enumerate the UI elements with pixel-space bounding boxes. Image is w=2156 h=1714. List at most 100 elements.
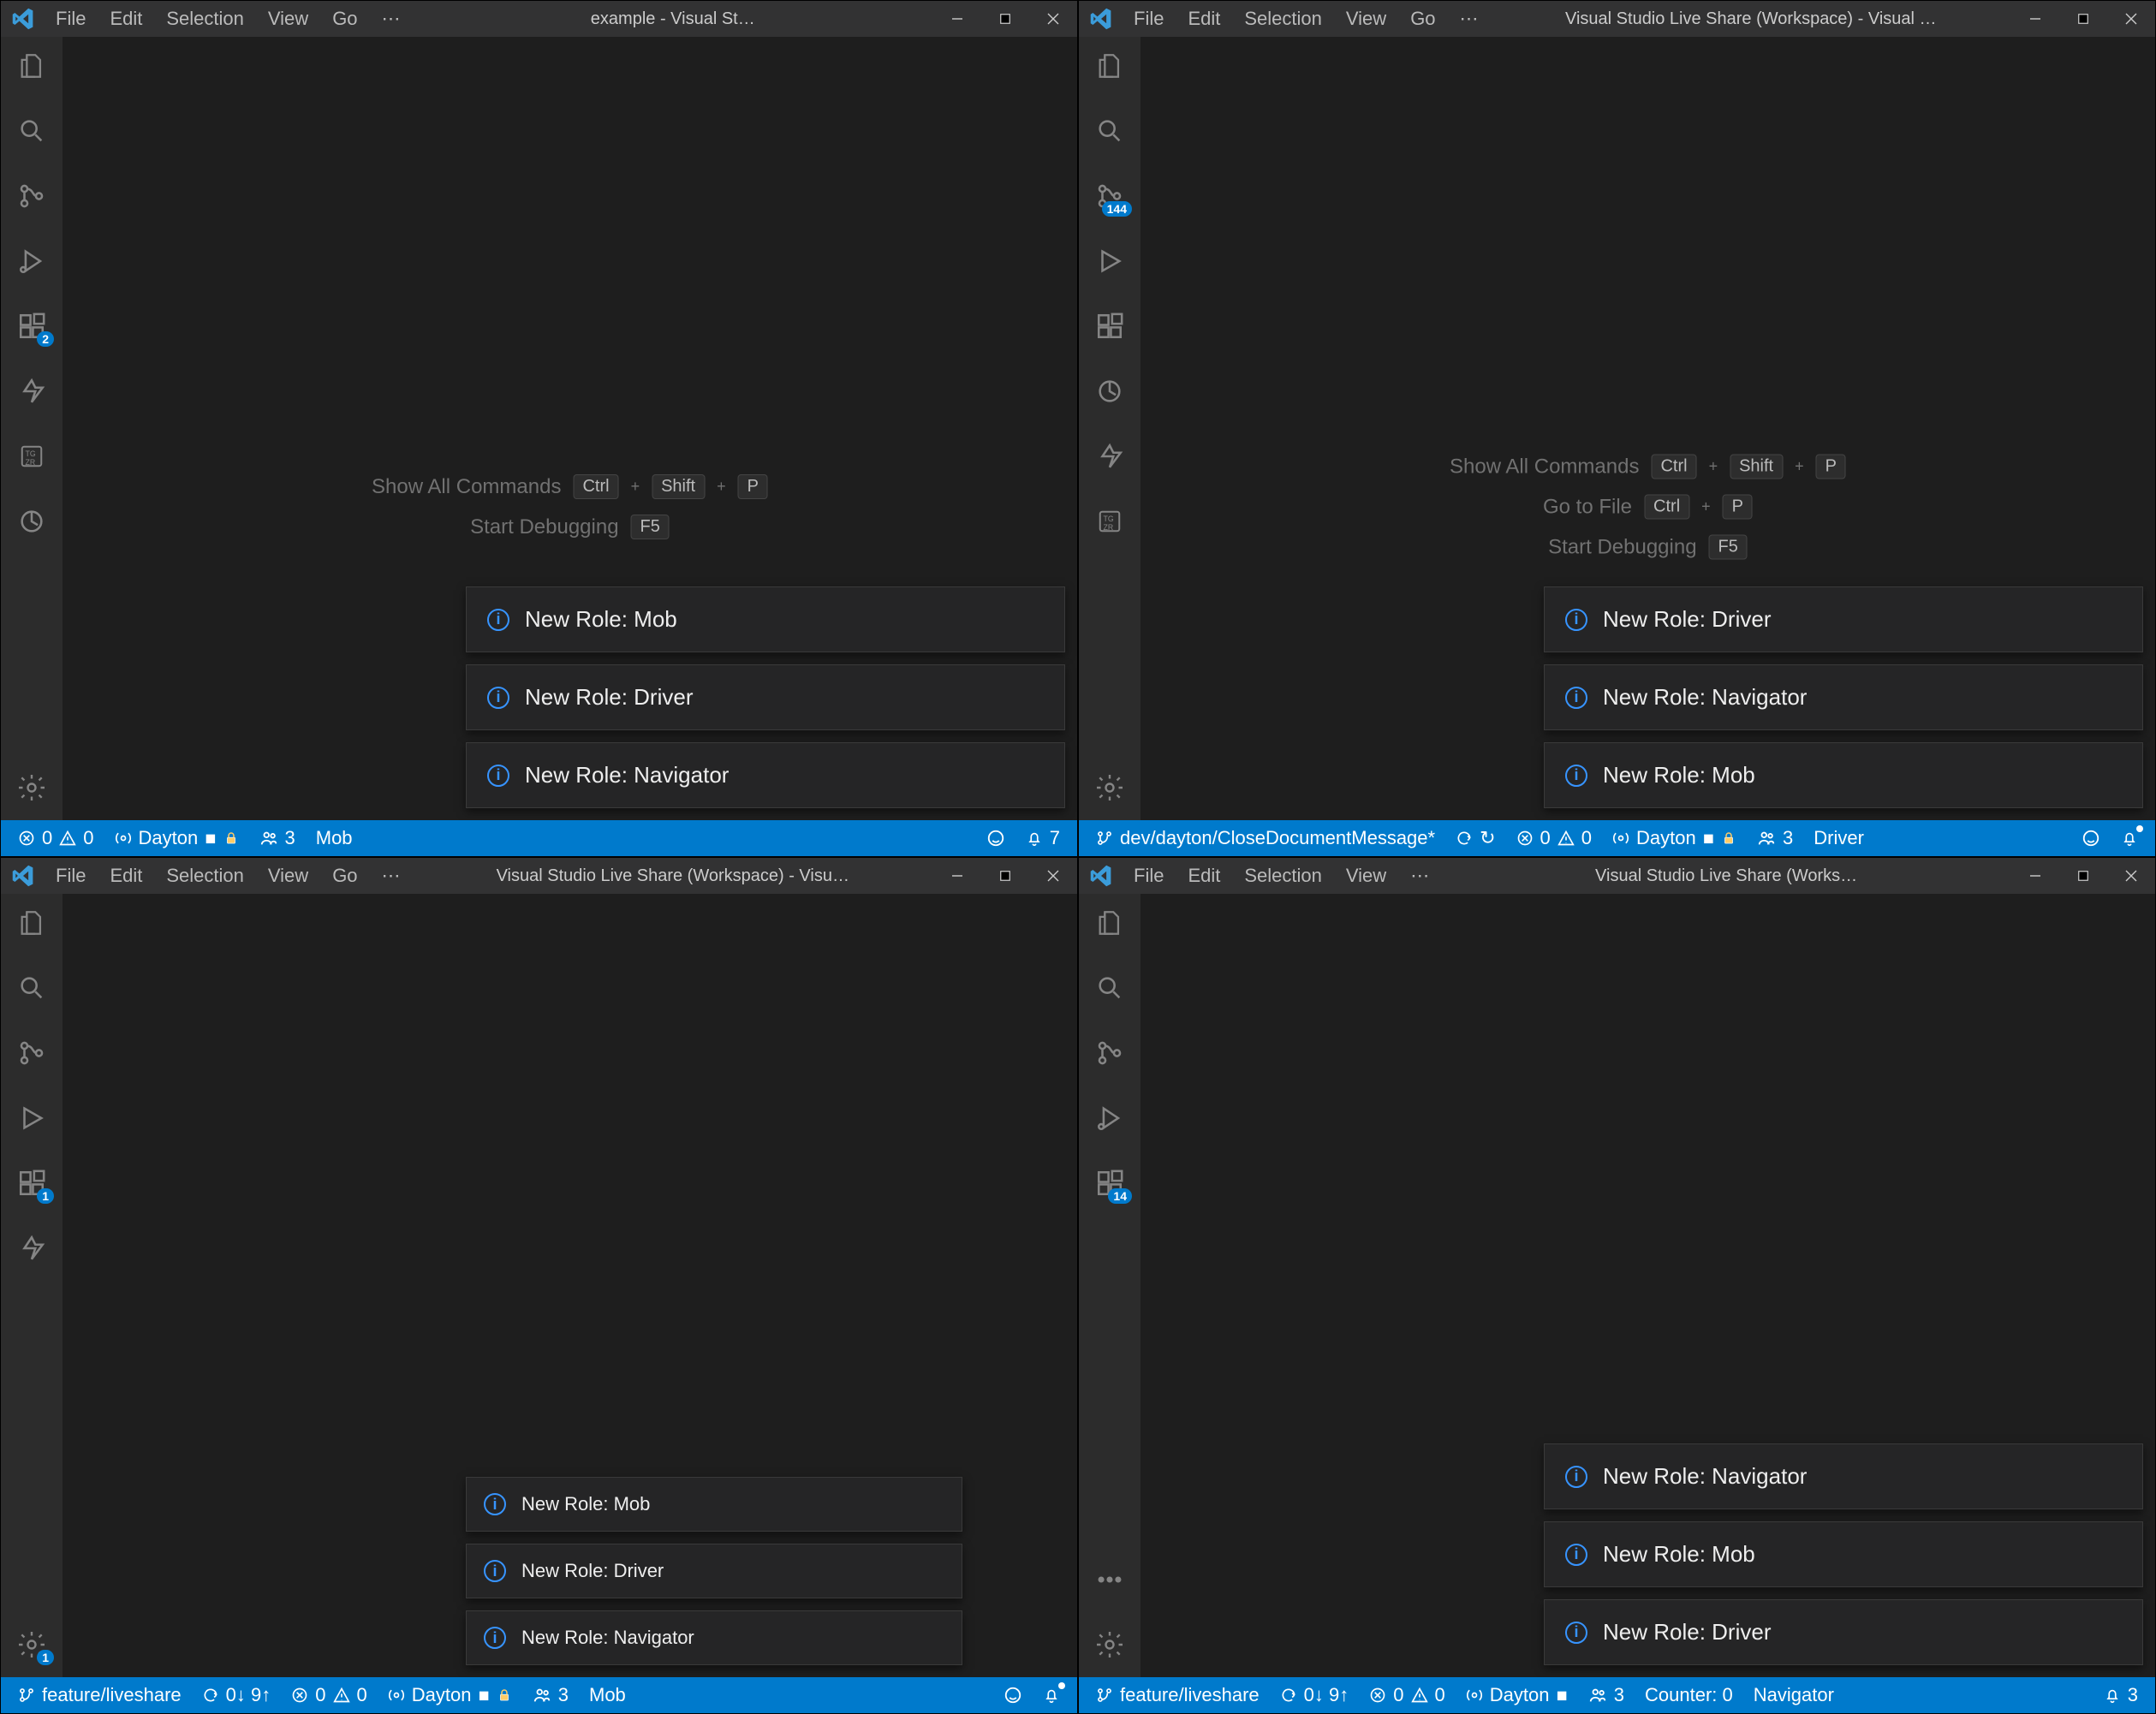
liveshare-icon[interactable] — [1091, 437, 1129, 475]
close-button[interactable] — [2107, 858, 2155, 894]
menu-file[interactable]: File — [1123, 4, 1174, 33]
gear-icon[interactable]: 1 — [13, 1626, 51, 1663]
extensions-icon[interactable]: 1 — [13, 1164, 51, 1202]
minimize-button[interactable] — [2011, 1, 2059, 37]
run-icon[interactable] — [1091, 242, 1129, 280]
menu-file[interactable]: File — [1123, 861, 1174, 890]
menu-selection[interactable]: Selection — [1234, 861, 1332, 890]
files-icon[interactable] — [13, 47, 51, 85]
status-sync[interactable]: ↻ — [1445, 820, 1505, 856]
status-branch[interactable]: dev/dayton/CloseDocumentMessage* — [1086, 820, 1445, 856]
minimize-button[interactable] — [2011, 858, 2059, 894]
status-bell[interactable]: 7 — [1015, 820, 1070, 856]
notification-toast[interactable]: iNew Role: Navigator — [466, 1610, 962, 1665]
files-icon[interactable] — [13, 904, 51, 942]
liveshare-icon[interactable] — [13, 1229, 51, 1267]
status-participants[interactable]: 3 — [522, 1677, 579, 1713]
menu-go[interactable]: Go — [322, 4, 367, 33]
menu-edit[interactable]: Edit — [1177, 861, 1230, 890]
menu-overflow[interactable]: ⋯ — [372, 861, 413, 890]
status-liveshare[interactable]: Dayton◼ — [378, 1677, 522, 1713]
status-liveshare[interactable]: Dayton◼ — [1456, 1677, 1578, 1713]
close-button[interactable] — [1029, 1, 1077, 37]
status-counter[interactable]: Counter: 0 — [1635, 1677, 1743, 1713]
notification-toast[interactable]: iNew Role: Driver — [466, 664, 1065, 730]
scm-icon[interactable]: 144 — [1091, 177, 1129, 215]
notification-toast[interactable]: iNew Role: Mob — [466, 586, 1065, 652]
files-icon[interactable] — [1091, 47, 1129, 85]
menu-view[interactable]: View — [258, 861, 319, 890]
extensions-icon[interactable]: 2 — [13, 307, 51, 345]
status-role[interactable]: Driver — [1803, 820, 1874, 856]
gear-icon[interactable] — [13, 769, 51, 806]
overflow-icon[interactable] — [1091, 1561, 1129, 1598]
status-branch[interactable]: feature/liveshare — [1086, 1677, 1270, 1713]
status-participants[interactable]: 3 — [1578, 1677, 1635, 1713]
status-participants[interactable]: 3 — [1747, 820, 1803, 856]
scm-icon[interactable] — [1091, 1034, 1129, 1072]
status-bell[interactable] — [2111, 820, 2148, 856]
status-errors[interactable]: 00 — [281, 1677, 378, 1713]
notification-toast[interactable]: iNew Role: Mob — [1544, 1521, 2143, 1587]
search-icon[interactable] — [13, 969, 51, 1007]
status-role[interactable]: Mob — [579, 1677, 636, 1713]
status-errors[interactable]: 00 — [1359, 1677, 1456, 1713]
status-liveshare[interactable]: Dayton◼ — [104, 820, 249, 856]
maximize-button[interactable] — [2059, 1, 2107, 37]
status-participants[interactable]: 3 — [249, 820, 306, 856]
menu-selection[interactable]: Selection — [156, 861, 254, 890]
extensions-icon[interactable] — [1091, 307, 1129, 345]
search-icon[interactable] — [1091, 112, 1129, 150]
status-feedback[interactable] — [976, 820, 1015, 856]
menu-overflow[interactable]: ⋯ — [1400, 861, 1441, 890]
gear-icon[interactable] — [1091, 769, 1129, 806]
close-button[interactable] — [1029, 858, 1077, 894]
maximize-button[interactable] — [2059, 858, 2107, 894]
menu-file[interactable]: File — [45, 4, 96, 33]
status-liveshare[interactable]: Dayton◼ — [1602, 820, 1747, 856]
status-branch[interactable]: feature/liveshare — [8, 1677, 192, 1713]
menu-go[interactable]: Go — [322, 861, 367, 890]
menu-file[interactable]: File — [45, 861, 96, 890]
menu-edit[interactable]: Edit — [99, 4, 152, 33]
files-icon[interactable] — [1091, 904, 1129, 942]
togglezer-icon[interactable]: TGZR — [1091, 503, 1129, 540]
debug-icon[interactable] — [13, 242, 51, 280]
liveshare-icon[interactable] — [13, 372, 51, 410]
status-feedback[interactable] — [2071, 820, 2111, 856]
notification-toast[interactable]: iNew Role: Driver — [1544, 586, 2143, 652]
status-sync[interactable]: 0↓ 9↑ — [192, 1677, 282, 1713]
status-role[interactable]: Mob — [306, 820, 363, 856]
notification-toast[interactable]: iNew Role: Mob — [1544, 742, 2143, 808]
status-sync[interactable]: 0↓ 9↑ — [1270, 1677, 1360, 1713]
minimize-button[interactable] — [933, 858, 981, 894]
menu-view[interactable]: View — [258, 4, 319, 33]
menu-selection[interactable]: Selection — [1234, 4, 1332, 33]
maximize-button[interactable] — [981, 1, 1029, 37]
timer-icon[interactable] — [13, 503, 51, 540]
menu-view[interactable]: View — [1336, 861, 1397, 890]
timer-icon[interactable] — [1091, 372, 1129, 410]
togglezer-icon[interactable]: TGZR — [13, 437, 51, 475]
run-icon[interactable] — [13, 1099, 51, 1137]
menu-selection[interactable]: Selection — [156, 4, 254, 33]
notification-toast[interactable]: iNew Role: Navigator — [1544, 1443, 2143, 1509]
menu-view[interactable]: View — [1336, 4, 1397, 33]
notification-toast[interactable]: iNew Role: Navigator — [1544, 664, 2143, 730]
status-bell[interactable] — [1033, 1677, 1070, 1713]
search-icon[interactable] — [1091, 969, 1129, 1007]
menu-edit[interactable]: Edit — [1177, 4, 1230, 33]
status-errors[interactable]: 00 — [8, 820, 104, 856]
notification-toast[interactable]: iNew Role: Driver — [466, 1544, 962, 1598]
status-feedback[interactable] — [993, 1677, 1033, 1713]
notification-toast[interactable]: iNew Role: Navigator — [466, 742, 1065, 808]
status-errors[interactable]: 00 — [1506, 820, 1603, 856]
status-role[interactable]: Navigator — [1743, 1677, 1844, 1713]
menu-overflow[interactable]: ⋯ — [372, 4, 413, 33]
status-bell[interactable]: 3 — [2093, 1677, 2148, 1713]
gear-icon[interactable] — [1091, 1626, 1129, 1663]
close-button[interactable] — [2107, 1, 2155, 37]
search-icon[interactable] — [13, 112, 51, 150]
notification-toast[interactable]: iNew Role: Mob — [466, 1477, 962, 1532]
debug-icon[interactable] — [1091, 1099, 1129, 1137]
